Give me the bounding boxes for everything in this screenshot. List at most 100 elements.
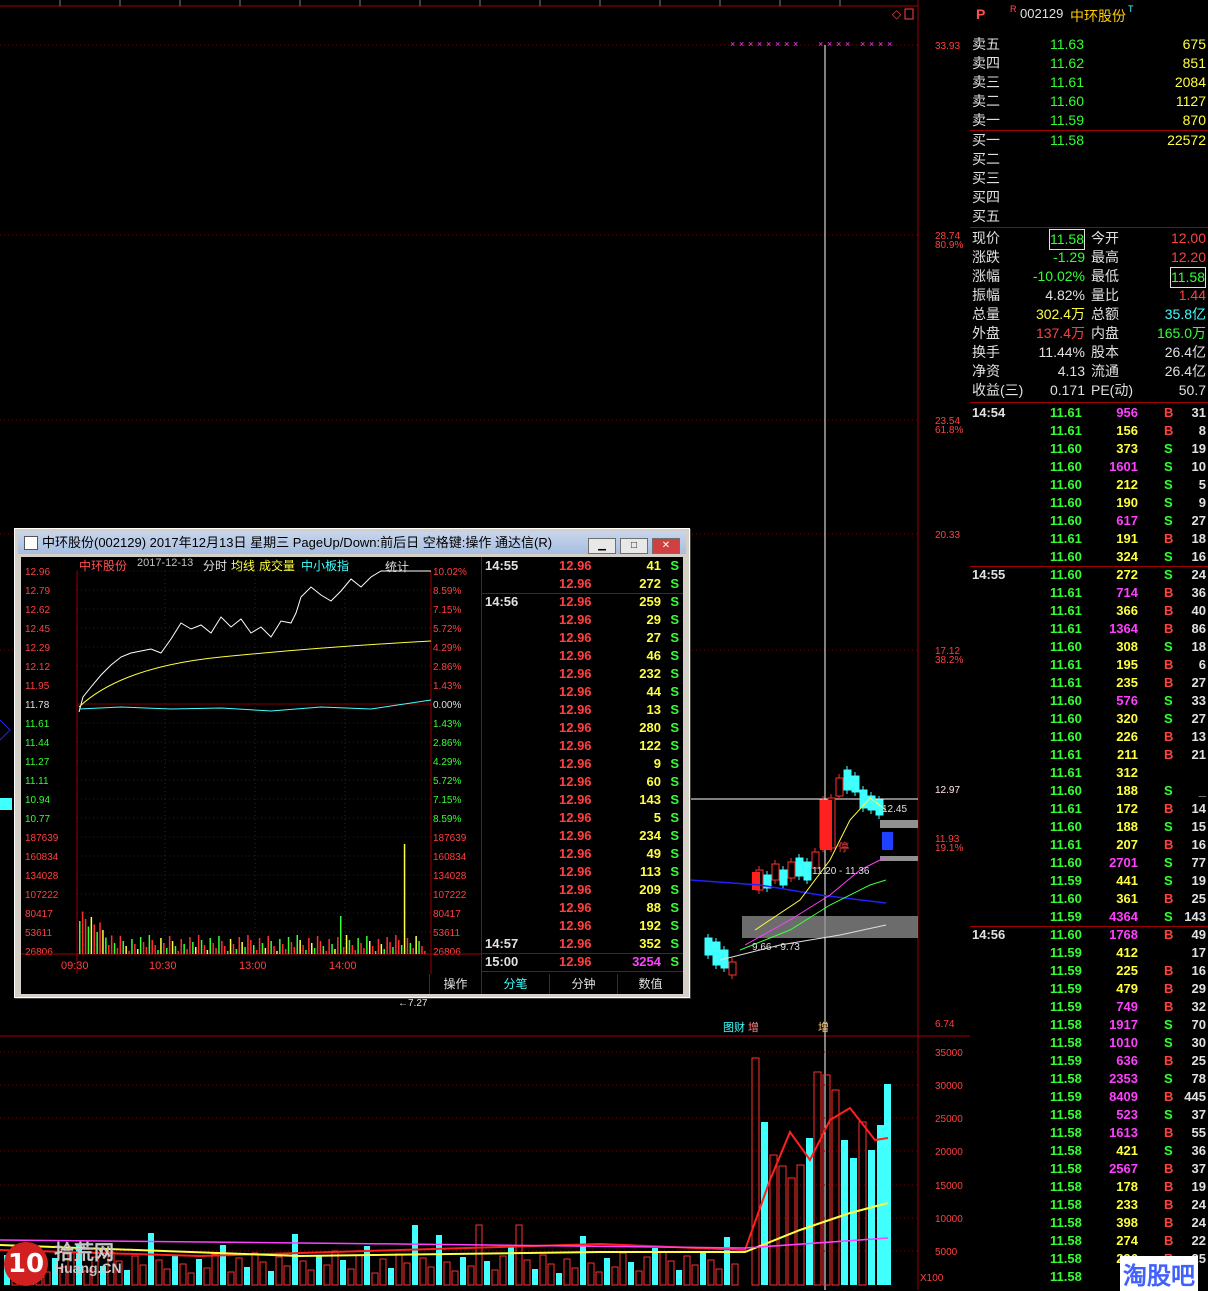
mini-trade-row[interactable]: 12.96 9 S xyxy=(481,755,683,773)
sell-row[interactable]: 卖三 11.61 2084 xyxy=(972,73,1206,92)
mini-trade-row[interactable]: 12.96 143 S xyxy=(481,791,683,809)
trade-row[interactable]: 11.58 398 B 24 xyxy=(972,1214,1206,1232)
mini-trade-row[interactable]: 12.96 113 S xyxy=(481,863,683,881)
trade-row[interactable]: 14:56 11.60 1768 B 49 xyxy=(972,926,1206,944)
trade-row[interactable]: 11.60 320 S 27 xyxy=(972,710,1206,728)
trade-row[interactable]: 11.59 4364 S 143 xyxy=(972,908,1206,926)
buy-row[interactable]: 买三 xyxy=(972,169,1206,188)
trade-row[interactable]: 11.61 1364 B 86 xyxy=(972,620,1206,638)
stat-label: 收益(三) xyxy=(972,382,1024,398)
maximize-button[interactable]: □ xyxy=(620,538,648,554)
trade-row[interactable]: 11.58 1613 B 55 xyxy=(972,1124,1206,1142)
trade-row[interactable]: 11.61 211 B 21 xyxy=(972,746,1206,764)
stock-name[interactable]: 中环股份 xyxy=(1070,6,1126,26)
trade-row[interactable]: 11.61 714 B 36 xyxy=(972,584,1206,602)
sell-row[interactable]: 卖二 11.60 1127 xyxy=(972,92,1206,111)
trade-row[interactable]: 11.61 207 B 16 xyxy=(972,836,1206,854)
intraday-popup-window[interactable]: 中环股份(002129) 2017年12月13日 星期三 PageUp/Down… xyxy=(14,528,690,998)
buy-row[interactable]: 买五 xyxy=(972,207,1206,226)
sell-row[interactable]: 卖一 11.59 870 xyxy=(972,111,1206,130)
trade-row[interactable]: 11.60 1601 S 10 xyxy=(972,458,1206,476)
mini-trade-row[interactable]: 12.96 29 S xyxy=(481,611,683,629)
trade-row[interactable]: 11.59 225 B 16 xyxy=(972,962,1206,980)
trade-row[interactable]: 11.59 441 S 19 xyxy=(972,872,1206,890)
trade-row[interactable]: 11.58 274 B 22 xyxy=(972,1232,1206,1250)
trade-row[interactable]: 14:55 11.60 272 S 24 xyxy=(972,566,1206,584)
trade-row[interactable]: 11.60 2701 S 77 xyxy=(972,854,1206,872)
mini-trade-row[interactable]: 12.96 49 S xyxy=(481,845,683,863)
trade-price: 11.60 xyxy=(1050,819,1082,834)
mini-tab-0[interactable]: 操作 xyxy=(429,974,481,994)
close-button[interactable]: ✕ xyxy=(652,538,680,554)
trade-row[interactable]: 11.60 188 S 15 xyxy=(972,818,1206,836)
mini-trade-row[interactable]: 12.96 88 S xyxy=(481,899,683,917)
mini-trade-row[interactable]: 12.96 44 S xyxy=(481,683,683,701)
stat-value: 11.58 xyxy=(1049,229,1085,250)
trade-row[interactable]: 11.61 366 B 40 xyxy=(972,602,1206,620)
trade-row[interactable]: 11.58 1010 S 30 xyxy=(972,1034,1206,1052)
sell-row[interactable]: 卖五 11.63 675 xyxy=(972,35,1206,54)
trade-row[interactable]: 11.59 479 B 29 xyxy=(972,980,1206,998)
mini-tab-2[interactable]: 分钟 xyxy=(549,974,617,994)
mini-trade-row[interactable]: 12.96 5 S xyxy=(481,809,683,827)
trade-row[interactable]: 11.58 421 S 36 xyxy=(972,1142,1206,1160)
trade-row[interactable]: 11.58 523 S 37 xyxy=(972,1106,1206,1124)
mini-trade-row[interactable]: 14:56 12.96 259 S xyxy=(481,593,683,611)
mini-trade-row[interactable]: 12.96 27 S xyxy=(481,629,683,647)
mini-trade-row[interactable]: 14:55 12.96 41 S xyxy=(481,557,683,575)
buy-row[interactable]: 买四 xyxy=(972,188,1206,207)
popup-titlebar[interactable]: 中环股份(002129) 2017年12月13日 星期三 PageUp/Down… xyxy=(18,532,686,554)
trade-row[interactable]: 11.60 617 S 27 xyxy=(972,512,1206,530)
mini-trade-row[interactable]: 12.96 280 S xyxy=(481,719,683,737)
trade-row[interactable]: 11.60 361 B 25 xyxy=(972,890,1206,908)
mini-trade-row[interactable]: 12.96 232 S xyxy=(481,665,683,683)
trade-row[interactable]: 11.58 233 B 24 xyxy=(972,1196,1206,1214)
mini-trade-row[interactable]: 15:00 12.96 3254 S xyxy=(481,953,683,971)
trade-row[interactable]: 11.59 412 17 xyxy=(972,944,1206,962)
trade-volume: 226 xyxy=(1116,729,1138,744)
trade-row[interactable]: 11.61 156 B 8 xyxy=(972,422,1206,440)
mini-pct-tick: 2.86% xyxy=(433,662,461,673)
mini-trade-row[interactable]: 12.96 122 S xyxy=(481,737,683,755)
trade-row[interactable]: 11.61 191 B 18 xyxy=(972,530,1206,548)
trade-row[interactable]: 11.59 8409 B 445 xyxy=(972,1088,1206,1106)
mini-trade-row[interactable]: 12.96 46 S xyxy=(481,647,683,665)
mini-trade-row[interactable]: 12.96 234 S xyxy=(481,827,683,845)
trade-row[interactable]: 11.61 312 xyxy=(972,764,1206,782)
trade-row[interactable]: 11.61 172 B 14 xyxy=(972,800,1206,818)
trade-row[interactable]: 11.59 636 B 25 xyxy=(972,1052,1206,1070)
trade-row[interactable]: 11.60 576 S 33 xyxy=(972,692,1206,710)
trade-row[interactable]: 14:54 11.61 956 B 31 xyxy=(972,404,1206,422)
minimize-button[interactable]: ▁ xyxy=(588,538,616,554)
buy-row[interactable]: 买一 11.58 22572 xyxy=(972,131,1206,150)
trade-row[interactable]: 11.58 1917 S 70 xyxy=(972,1016,1206,1034)
trade-row[interactable]: 11.60 324 S 16 xyxy=(972,548,1206,566)
trade-row[interactable]: 11.61 235 B 27 xyxy=(972,674,1206,692)
stat-button[interactable]: 统计 xyxy=(385,558,409,575)
trade-row[interactable]: 11.61 195 B 6 xyxy=(972,656,1206,674)
trade-row[interactable]: 11.58 178 B 19 xyxy=(972,1178,1206,1196)
mini-trade-row[interactable]: 12.96 60 S xyxy=(481,773,683,791)
intraday-chart[interactable]: 12.96 10.02%12.79 8.59%12.62 7.15%12.45 5.72… xyxy=(21,557,481,974)
popup-title: 中环股份(002129) 2017年12月13日 星期三 PageUp/Down… xyxy=(42,535,553,550)
sell-row[interactable]: 卖四 11.62 851 xyxy=(972,54,1206,73)
trade-row[interactable]: 11.60 212 S 5 xyxy=(972,476,1206,494)
trade-row[interactable]: 11.58 2353 S 78 xyxy=(972,1070,1206,1088)
mini-volume-bar xyxy=(395,935,397,954)
trade-row[interactable]: 11.60 226 B 13 xyxy=(972,728,1206,746)
trade-row[interactable]: 11.58 2567 B 37 xyxy=(972,1160,1206,1178)
mini-trade-row[interactable]: 12.96 272 S xyxy=(481,575,683,593)
mini-trade-row[interactable]: 12.96 209 S xyxy=(481,881,683,899)
trade-row[interactable]: 11.60 308 S 18 xyxy=(972,638,1206,656)
mini-trade-row[interactable]: 12.96 192 S xyxy=(481,917,683,935)
mini-trade-volume: 192 xyxy=(639,918,661,933)
trade-row[interactable]: 11.60 190 S 9 xyxy=(972,494,1206,512)
trade-row[interactable]: 11.60 373 S 19 xyxy=(972,440,1206,458)
trade-row[interactable]: 11.60 188 S _ xyxy=(972,782,1206,800)
trade-row[interactable]: 11.59 749 B 32 xyxy=(972,998,1206,1016)
mini-trade-row[interactable]: 14:57 12.96 352 S xyxy=(481,935,683,953)
buy-row[interactable]: 买二 xyxy=(972,150,1206,169)
mini-trade-row[interactable]: 12.96 13 S xyxy=(481,701,683,719)
mini-tab-3[interactable]: 数值 xyxy=(617,974,683,994)
mini-tab-1[interactable]: 分笔 xyxy=(481,974,549,994)
